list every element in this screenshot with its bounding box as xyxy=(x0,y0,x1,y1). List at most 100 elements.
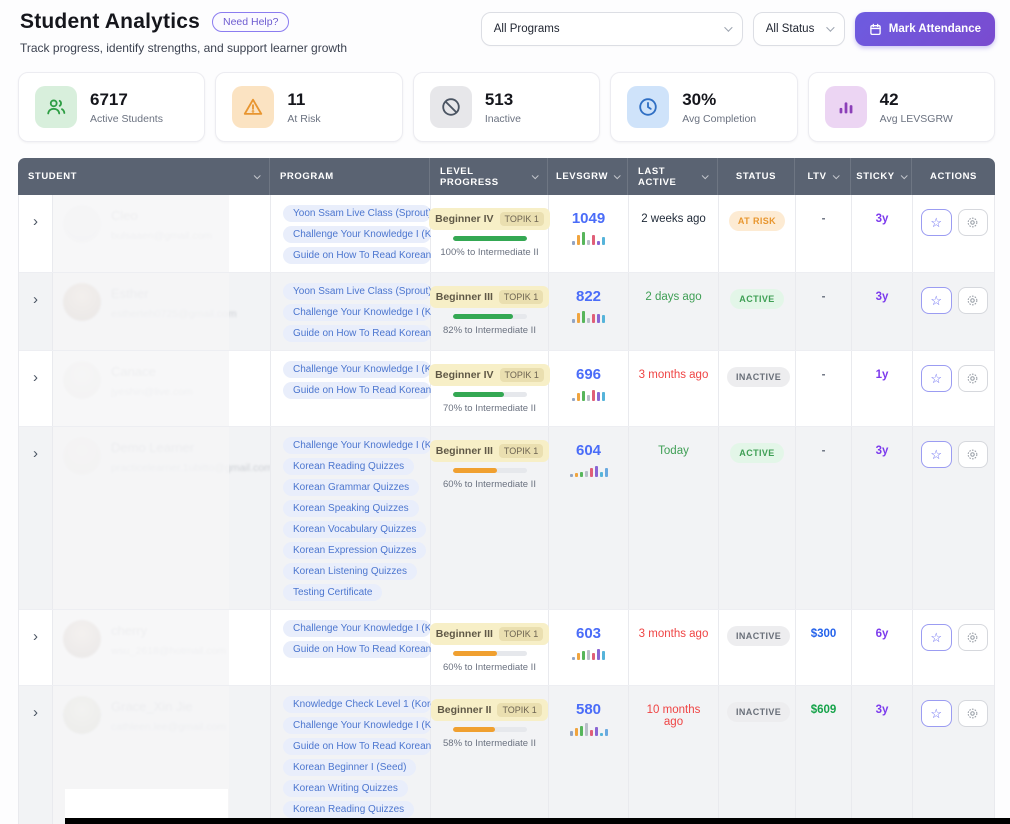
level-progress-cell: Beginner IV TOPIK 1 100% to Intermediate… xyxy=(431,195,549,272)
student-email: practicelearner.1ubitto@gmail.com xyxy=(111,462,271,474)
last-active-cell: 2 weeks ago xyxy=(629,195,719,272)
topik-badge: TOPIK 1 xyxy=(500,212,544,226)
program-pill[interactable]: Korean Beginner I (Seed) xyxy=(283,759,416,776)
program-pill[interactable]: Guide on How To Read Korean xyxy=(283,325,431,342)
program-pill[interactable]: Korean Grammar Quizzes xyxy=(283,479,419,496)
sort-icon[interactable] xyxy=(532,172,539,179)
status-cell: ACTIVE xyxy=(719,273,796,350)
column-header-student[interactable]: STUDENT xyxy=(18,158,270,195)
program-filter-select[interactable]: All Programs xyxy=(481,12,743,46)
status-cell: INACTIVE xyxy=(719,351,796,426)
student-email: jyeshin@live.com xyxy=(111,386,193,398)
favorite-button[interactable]: ☆ xyxy=(921,441,952,468)
levsgrw-cell: 603 xyxy=(549,610,629,685)
program-pill[interactable]: Yoon Ssam Live Class (Sprout) xyxy=(283,205,431,222)
stat-card: 30% Avg Completion xyxy=(610,72,797,142)
program-pill[interactable]: Guide on How To Read Korean xyxy=(283,641,431,658)
program-pill[interactable]: Korean Writing Quizzes xyxy=(283,780,408,797)
settings-button[interactable] xyxy=(958,365,989,392)
student-cell[interactable]: Demo Learner practicelearner.1ubitto@gma… xyxy=(53,427,271,609)
expand-row-button[interactable]: › xyxy=(19,610,53,685)
avatar xyxy=(63,437,101,475)
program-pill[interactable]: Testing Certificate xyxy=(283,584,382,601)
stat-card: 6717 Active Students xyxy=(18,72,205,142)
column-label: STUDENT xyxy=(28,171,77,182)
star-icon: ☆ xyxy=(930,706,942,722)
program-pill[interactable]: Korean Listening Quizzes xyxy=(283,563,417,580)
column-header-ltv[interactable]: LTV xyxy=(795,158,851,195)
column-label: PROGRAM xyxy=(280,171,334,182)
status-filter-select[interactable]: All Status xyxy=(753,12,845,46)
program-pill[interactable]: Challenge Your Knowledge I (Korean xyxy=(283,620,431,637)
program-cell: Yoon Ssam Live Class (Sprout) Challenge Y… xyxy=(271,273,431,350)
avatar xyxy=(63,283,101,321)
program-pill[interactable]: Korean Vocabulary Quizzes xyxy=(283,521,426,538)
avatar xyxy=(63,620,101,658)
last-active-cell: 3 months ago xyxy=(629,351,719,426)
program-pill[interactable]: Korean Speaking Quizzes xyxy=(283,500,419,517)
star-icon: ☆ xyxy=(930,215,942,231)
column-header-level-progress[interactable]: LEVEL PROGRESS xyxy=(430,158,548,195)
column-label: LEVSGRW xyxy=(556,171,608,182)
column-header-last-active[interactable]: LAST ACTIVE xyxy=(628,158,718,195)
column-header-actions: ACTIONS xyxy=(912,158,995,195)
program-pill[interactable]: Challenge Your Knowledge I (Korean xyxy=(283,717,431,734)
ltv-cell: - xyxy=(796,351,852,426)
expand-row-button[interactable]: › xyxy=(19,686,53,824)
level-badge: Beginner III TOPIK 1 xyxy=(430,286,550,308)
student-name: Esther xyxy=(111,286,237,301)
program-pill[interactable]: Guide on How To Read Korean xyxy=(283,247,431,264)
program-pill[interactable]: Challenge Your Knowledge I (Korean xyxy=(283,226,431,243)
settings-button[interactable] xyxy=(958,287,989,314)
avatar xyxy=(63,696,101,734)
levsgrw-value: 696 xyxy=(576,366,601,383)
expand-row-button[interactable]: › xyxy=(19,195,53,272)
progress-bar-fill xyxy=(453,236,527,241)
favorite-button[interactable]: ☆ xyxy=(921,365,952,392)
settings-button[interactable] xyxy=(958,441,989,468)
program-pill[interactable]: Korean Reading Quizzes xyxy=(283,801,414,818)
program-pill[interactable]: Korean Reading Quizzes xyxy=(283,458,414,475)
student-cell[interactable]: cherry wsu_2618@hotmail.com xyxy=(53,610,271,685)
favorite-button[interactable]: ☆ xyxy=(921,209,952,236)
levsgrw-sparkbar-chart xyxy=(572,388,605,401)
mark-attendance-button[interactable]: Mark Attendance xyxy=(855,12,995,46)
sort-icon[interactable] xyxy=(832,172,839,179)
settings-button[interactable] xyxy=(958,624,989,651)
expand-row-button[interactable]: › xyxy=(19,273,53,350)
program-pill[interactable]: Korean Expression Quizzes xyxy=(283,542,426,559)
topik-badge: TOPIK 1 xyxy=(497,703,541,717)
student-cell[interactable]: Esther estherteh0725@gmail.com xyxy=(53,273,271,350)
expand-row-button[interactable]: › xyxy=(19,427,53,609)
student-name: Grace_Xin Jie xyxy=(111,699,226,714)
program-pill[interactable]: Challenge Your Knowledge I (Korean xyxy=(283,304,431,321)
program-pill[interactable]: Challenge Your Knowledge I (Korean xyxy=(283,361,431,378)
window-bottom-edge xyxy=(65,818,1010,824)
sort-icon[interactable] xyxy=(900,172,907,179)
program-pill[interactable]: Guide on How To Read Korean xyxy=(283,382,431,399)
sort-icon[interactable] xyxy=(254,172,261,179)
student-cell[interactable]: Canace jyeshin@live.com xyxy=(53,351,271,426)
column-header-levsgrw[interactable]: LEVSGRW xyxy=(548,158,628,195)
program-pill[interactable]: Guide on How To Read Korean xyxy=(283,738,431,755)
sticky-cell: 1y xyxy=(852,351,913,426)
favorite-button[interactable]: ☆ xyxy=(921,624,952,651)
program-pill[interactable]: Yoon Ssam Live Class (Sprout) xyxy=(283,283,431,300)
stat-card: 11 At Risk xyxy=(215,72,402,142)
favorite-button[interactable]: ☆ xyxy=(921,287,952,314)
program-pill[interactable]: Knowledge Check Level 1 (Korean) xyxy=(283,696,431,713)
student-cell[interactable]: Cleo bulsaaen@gmail.com xyxy=(53,195,271,272)
actions-cell: ☆ xyxy=(913,273,996,350)
favorite-button[interactable]: ☆ xyxy=(921,700,952,727)
sort-icon[interactable] xyxy=(614,172,621,179)
expand-row-button[interactable]: › xyxy=(19,351,53,426)
program-pill[interactable]: Challenge Your Knowledge I (Korean xyxy=(283,437,431,454)
ltv-cell: - xyxy=(796,427,852,609)
need-help-button[interactable]: Need Help? xyxy=(212,12,289,32)
topik-badge: TOPIK 1 xyxy=(500,368,544,382)
sort-icon[interactable] xyxy=(702,172,709,179)
settings-button[interactable] xyxy=(958,700,989,727)
column-header-sticky[interactable]: STICKY xyxy=(851,158,912,195)
settings-button[interactable] xyxy=(958,209,989,236)
actions-cell: ☆ xyxy=(913,610,996,685)
